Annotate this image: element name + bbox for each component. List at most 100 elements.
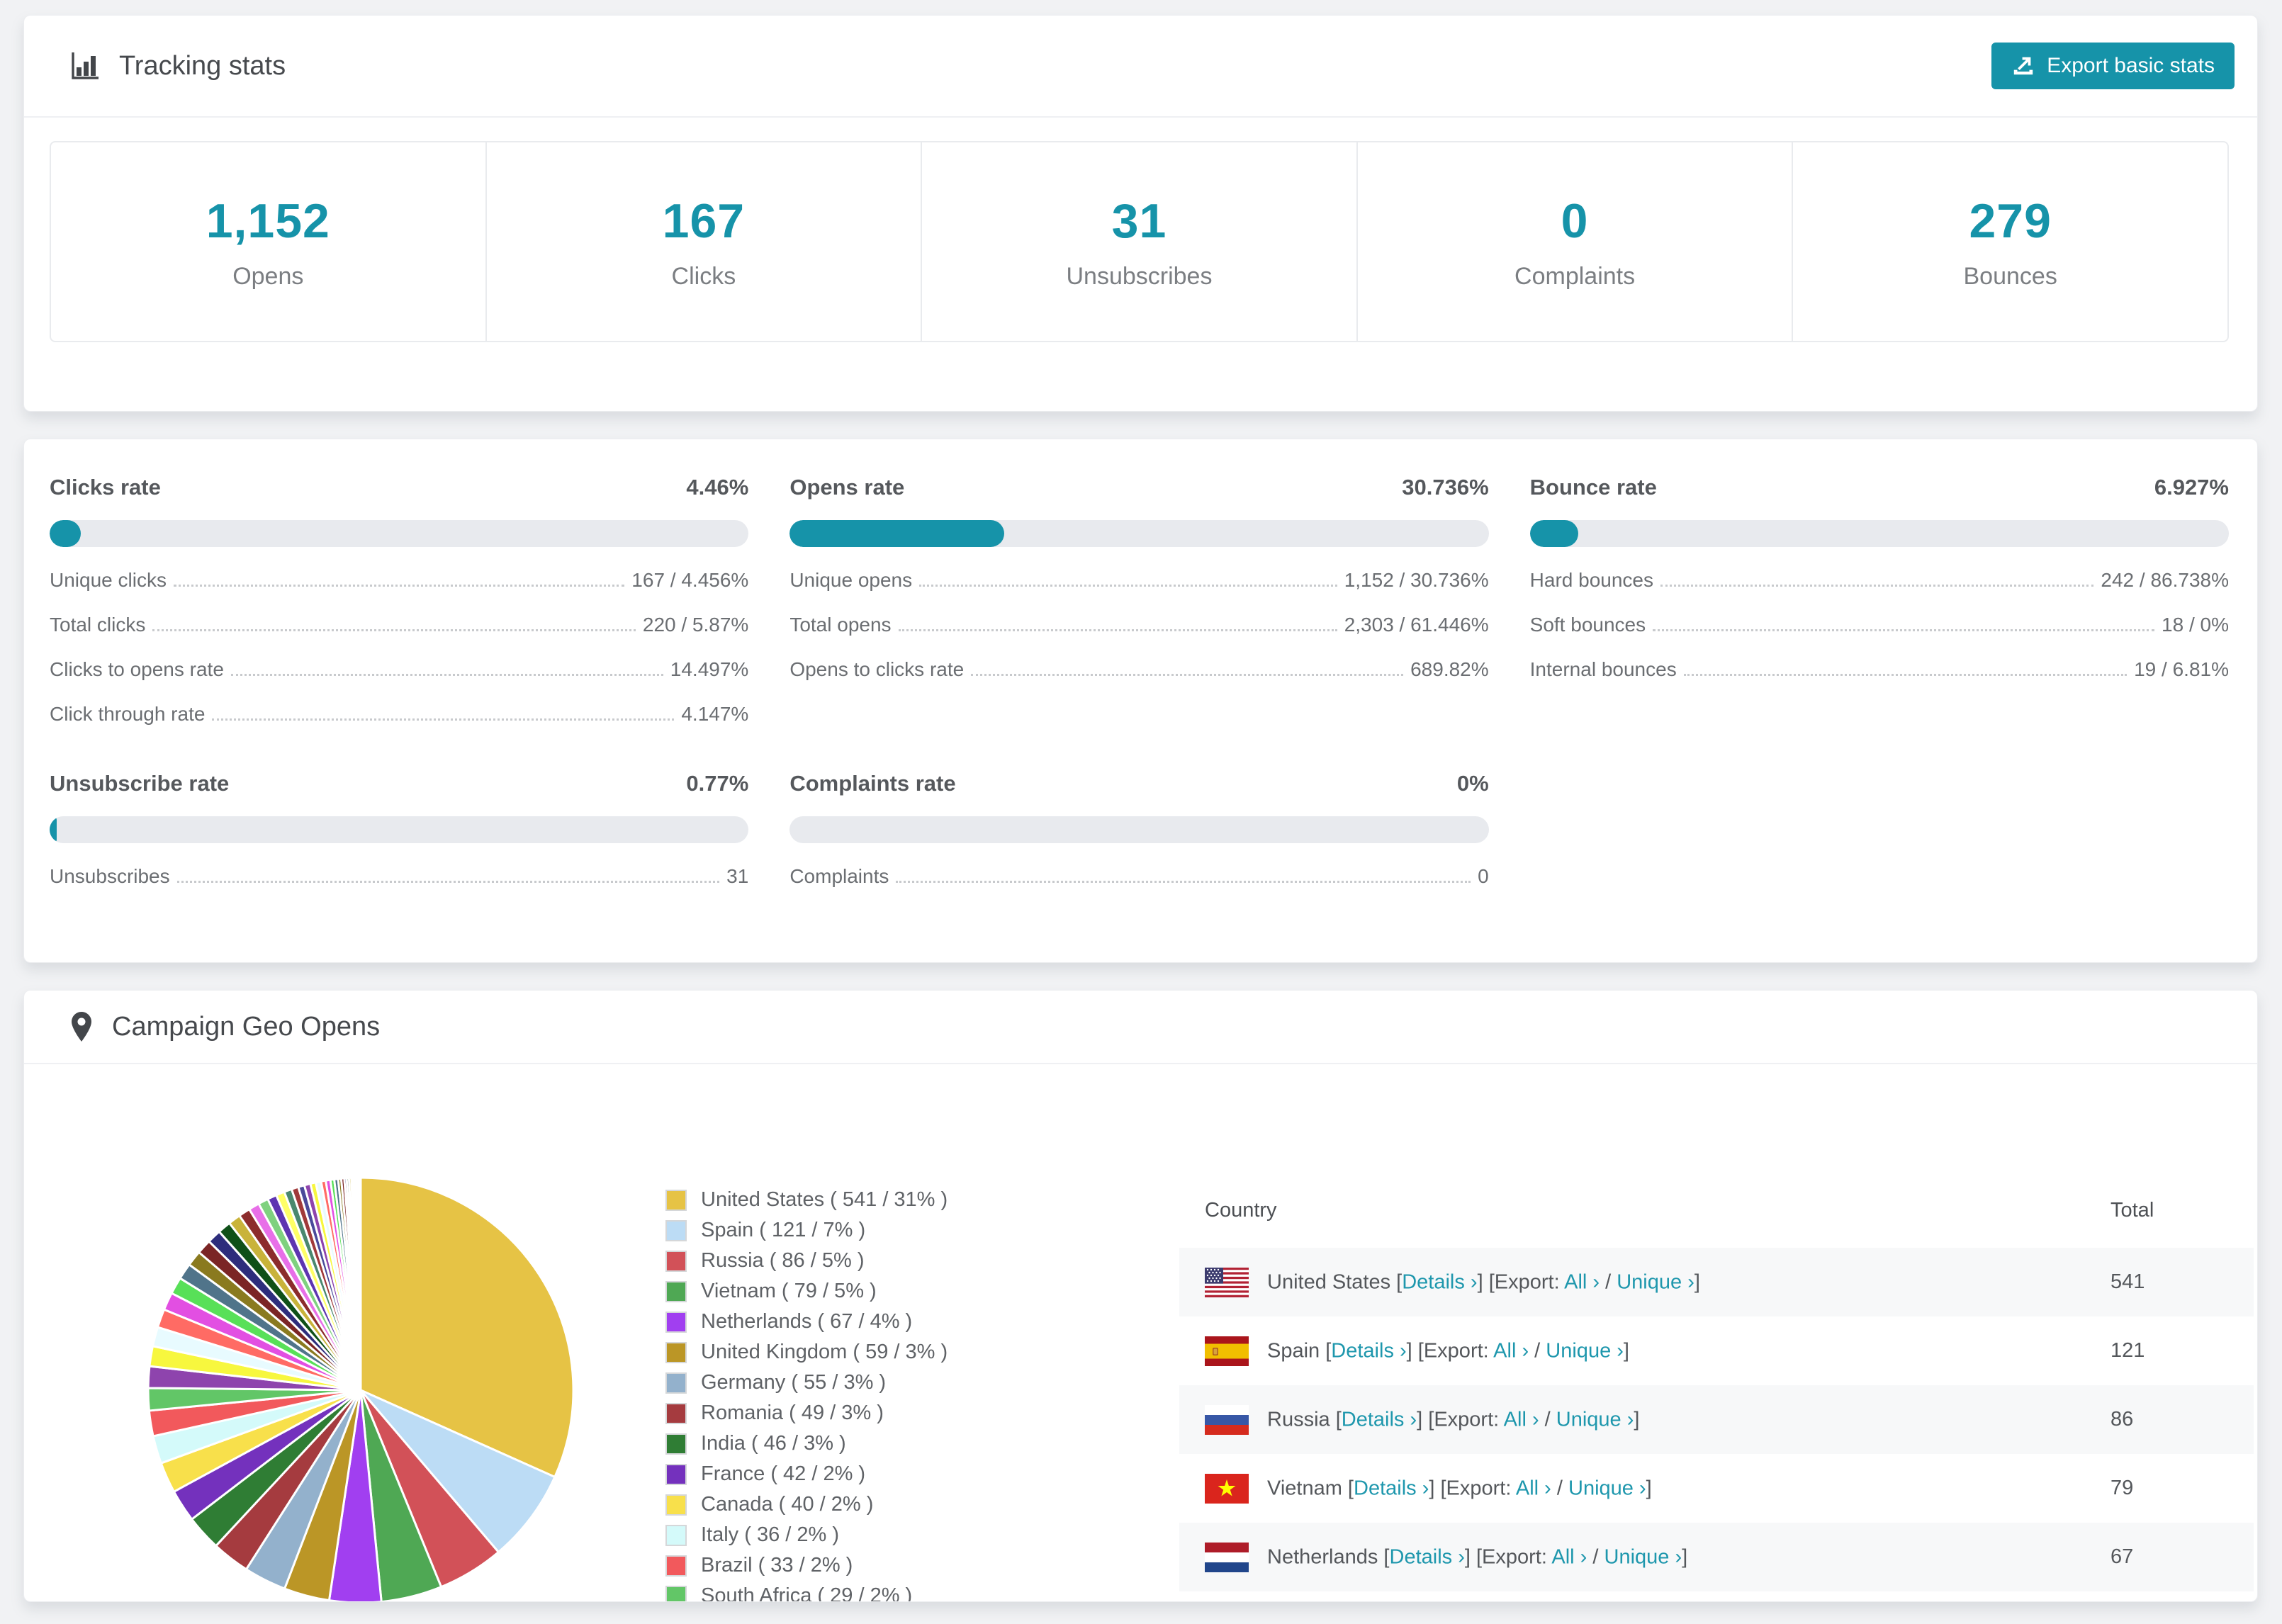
rate-detail-row: Total opens 2,303 / 61.446%	[789, 614, 1488, 636]
legend-label: Germany ( 55 / 3% )	[701, 1371, 887, 1394]
export-all-link[interactable]: All ›	[1564, 1270, 1600, 1293]
export-unique-link[interactable]: Unique ›	[1604, 1545, 1682, 1568]
legend-swatch	[665, 1494, 687, 1516]
rate-percent: 6.927%	[2154, 475, 2229, 500]
country-links: United States [Details ›] [Export: All ›…	[1267, 1270, 1700, 1293]
rate-title: Complaints rate	[789, 771, 956, 796]
page-title: Tracking stats	[119, 50, 286, 81]
stat-box-bounces: 279 Bounces	[1793, 142, 2227, 341]
legend-item-russia[interactable]: Russia ( 86 / 5% )	[665, 1246, 948, 1276]
rate-detail-value: 14.497%	[670, 658, 749, 680]
total-value: 59	[2110, 1591, 2254, 1601]
dotted-leader	[971, 674, 1404, 676]
total-value: 86	[2110, 1408, 2134, 1431]
tracking-stats-header: Tracking stats Export basic stats	[24, 16, 2257, 118]
rates-grid: Clicks rate 4.46% Unique clicks 167 / 4.456…	[24, 439, 2257, 902]
stat-box-opens: 1,152 Opens	[51, 142, 487, 341]
country-cell: Russia [Details ›] [Export: All › / Uniq…	[1179, 1385, 2110, 1454]
rates-card: Clicks rate 4.46% Unique clicks 167 / 4.456…	[23, 439, 2258, 963]
export-prefix: [Export:	[1428, 1408, 1504, 1431]
legend-item-canada[interactable]: Canada ( 40 / 2% )	[665, 1489, 948, 1520]
stat-value: 31	[1111, 193, 1167, 248]
bracket: [	[1390, 1270, 1403, 1293]
pie-legend: United States ( 541 / 31% ) Spain ( 121 /…	[665, 1185, 948, 1601]
legend-label: France ( 42 / 2% )	[701, 1462, 866, 1485]
pie-slice-other-40[interactable]	[359, 1176, 362, 1392]
progress-bar-fill	[789, 520, 1005, 547]
progress-bar	[1529, 520, 2229, 547]
rate-title: Opens rate	[789, 475, 905, 500]
legend-item-india[interactable]: India ( 46 / 3% )	[665, 1428, 948, 1459]
total-value: 79	[2110, 1477, 2134, 1499]
legend-swatch	[665, 1463, 687, 1485]
rate-detail-row: Total clicks 220 / 5.87%	[50, 614, 748, 636]
dotted-leader	[1653, 629, 2155, 631]
legend-item-united-states[interactable]: United States ( 541 / 31% )	[665, 1185, 948, 1215]
legend-label: Russia ( 86 / 5% )	[701, 1249, 865, 1272]
legend-item-france[interactable]: France ( 42 / 2% )	[665, 1459, 948, 1489]
geo-table-header-row: Country Total	[1179, 1163, 2254, 1248]
rate-detail-row: Opens to clicks rate 689.82%	[789, 658, 1488, 681]
dotted-leader	[919, 585, 1337, 587]
rate-block-clicks-rate: Clicks rate 4.46% Unique clicks 167 / 4.456…	[50, 475, 749, 726]
stats-summary-row: 1,152 Opens 167 Clicks 31 Unsubscribes 0 Compla…	[50, 141, 2229, 342]
stat-label: Clicks	[671, 262, 736, 290]
details-link[interactable]: Details ›	[1342, 1408, 1417, 1431]
rate-detail-value: 18 / 0%	[2162, 614, 2229, 636]
legend-item-united-kingdom[interactable]: United Kingdom ( 59 / 3% )	[665, 1337, 948, 1368]
country-cell: United Kingdom [Details ›] [Export: All …	[1179, 1591, 2110, 1601]
export-prefix: [Export:	[1417, 1339, 1494, 1362]
rate-head: Bounce rate 6.927%	[1530, 475, 2229, 500]
legend-label: Canada ( 40 / 2% )	[701, 1493, 874, 1516]
export-unique-link[interactable]: Unique ›	[1568, 1477, 1646, 1499]
table-row-nl: Netherlands [Details ›] [Export: All › /…	[1179, 1523, 2254, 1591]
legend-swatch	[665, 1250, 687, 1272]
stat-label: Complaints	[1514, 262, 1636, 290]
legend-swatch	[665, 1372, 687, 1394]
bracket: ]	[1429, 1477, 1441, 1499]
rate-detail-row: Hard bounces 242 / 86.738%	[1530, 569, 2229, 592]
export-unique-link[interactable]: Unique ›	[1617, 1270, 1694, 1293]
legend-item-south-africa[interactable]: South Africa ( 29 / 2% )	[665, 1581, 948, 1601]
legend-item-germany[interactable]: Germany ( 55 / 3% )	[665, 1368, 948, 1398]
bracket: ]	[1646, 1477, 1652, 1499]
rate-detail-value: 1,152 / 30.736%	[1344, 569, 1489, 591]
export-all-link[interactable]: All ›	[1504, 1408, 1539, 1431]
legend-item-vietnam[interactable]: Vietnam ( 79 / 5% )	[665, 1276, 948, 1307]
legend-item-netherlands[interactable]: Netherlands ( 67 / 4% )	[665, 1307, 948, 1337]
legend-item-italy[interactable]: Italy ( 36 / 2% )	[665, 1520, 948, 1550]
rate-detail-label: Total clicks	[50, 614, 146, 636]
legend-label: Vietnam ( 79 / 5% )	[701, 1280, 877, 1302]
geo-title: Campaign Geo Opens	[112, 1011, 381, 1042]
rate-detail-row: Clicks to opens rate 14.497%	[50, 658, 748, 681]
export-unique-link[interactable]: Unique ›	[1546, 1339, 1624, 1362]
rate-detail-row: Unique clicks 167 / 4.456%	[50, 569, 748, 592]
dotted-leader	[230, 674, 663, 676]
legend-label: Italy ( 36 / 2% )	[701, 1523, 840, 1546]
stat-label: Opens	[232, 262, 304, 290]
details-link[interactable]: Details ›	[1390, 1545, 1465, 1568]
details-link[interactable]: Details ›	[1354, 1477, 1429, 1499]
rate-detail-label: Click through rate	[50, 703, 206, 725]
legend-item-romania[interactable]: Romania ( 49 / 3% )	[665, 1398, 948, 1428]
country-links: Spain [Details ›] [Export: All › / Uniqu…	[1267, 1339, 1629, 1362]
legend-item-brazil[interactable]: Brazil ( 33 / 2% )	[665, 1550, 948, 1581]
details-link[interactable]: Details ›	[1402, 1270, 1477, 1293]
rate-detail-value: 2,303 / 61.446%	[1344, 614, 1489, 636]
export-all-link[interactable]: All ›	[1516, 1477, 1551, 1499]
export-all-link[interactable]: All ›	[1551, 1545, 1587, 1568]
rate-detail-value: 242 / 86.738%	[2101, 569, 2229, 591]
export-unique-link[interactable]: Unique ›	[1556, 1408, 1634, 1431]
details-link[interactable]: Details ›	[1331, 1339, 1406, 1362]
rate-title: Clicks rate	[50, 475, 161, 500]
column-header-country: Country	[1205, 1199, 1277, 1222]
export-basic-stats-button[interactable]: Export basic stats	[1991, 43, 2235, 89]
table-row-es: Spain [Details ›] [Export: All › / Uniqu…	[1179, 1316, 2254, 1385]
country-name: Vietnam	[1267, 1477, 1342, 1499]
rate-detail-label: Opens to clicks rate	[789, 658, 965, 680]
rate-detail-value: 220 / 5.87%	[642, 614, 749, 636]
table-row-vn: Vietnam [Details ›] [Export: All › / Uni…	[1179, 1454, 2254, 1523]
legend-item-spain[interactable]: Spain ( 121 / 7% )	[665, 1215, 948, 1246]
export-all-link[interactable]: All ›	[1493, 1339, 1529, 1362]
rate-detail-label: Clicks to opens rate	[50, 658, 224, 680]
